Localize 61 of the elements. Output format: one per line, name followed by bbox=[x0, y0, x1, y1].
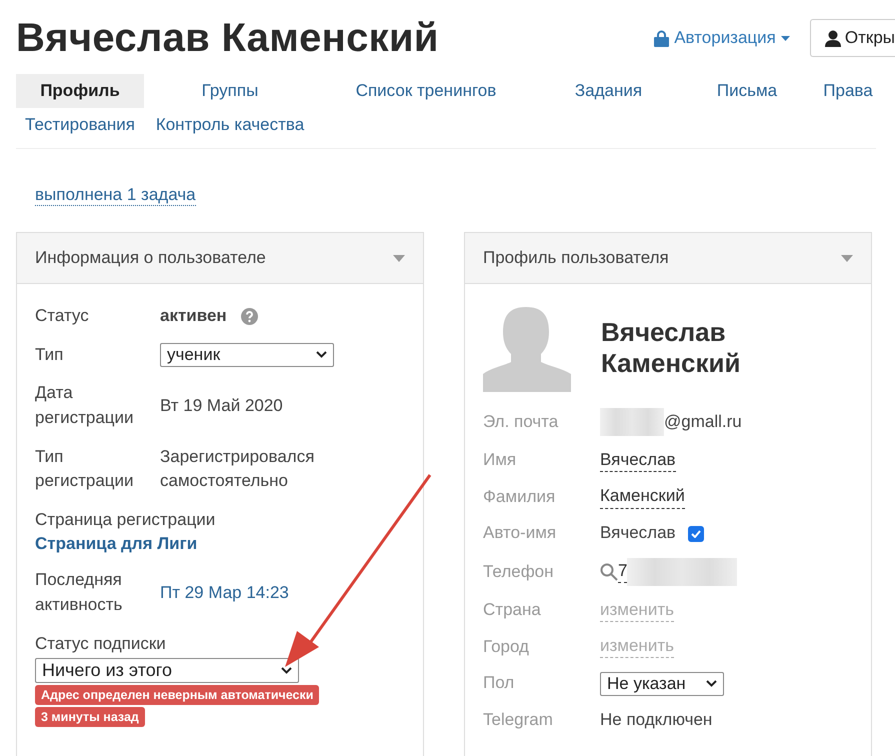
field-label: Тип регистрации bbox=[35, 446, 135, 492]
field-label: Последняя активность bbox=[35, 569, 124, 616]
field-label: Авто-имя bbox=[483, 522, 558, 544]
field-value: Зарегистрировался самостоятельно bbox=[160, 446, 316, 492]
open-button[interactable]: Откры bbox=[810, 19, 895, 57]
field-label: Тип bbox=[35, 344, 64, 366]
blurred-text bbox=[600, 408, 664, 436]
field-label: Статус подписки bbox=[35, 632, 166, 655]
tab[interactable]: Права bbox=[823, 74, 873, 108]
field-value: Вячеслав bbox=[600, 522, 676, 544]
field-label: Пол bbox=[483, 672, 516, 694]
chevron-down-icon bbox=[706, 680, 717, 688]
field-value: Не подключен bbox=[600, 708, 712, 731]
field-label: Страница регистрации bbox=[35, 508, 216, 531]
chevron-down-icon bbox=[281, 667, 292, 674]
chevron-down-icon bbox=[316, 351, 327, 358]
panel-header[interactable]: Профиль пользователя bbox=[465, 233, 871, 284]
panel-title: Профиль пользователя bbox=[483, 248, 669, 268]
lock-icon bbox=[654, 30, 670, 46]
subscription-select[interactable]: Ничего из этого bbox=[35, 658, 299, 684]
field-value: Пт 29 Мар 14:23 bbox=[160, 582, 289, 604]
type-select[interactable]: ученик bbox=[160, 342, 334, 367]
field-label: Дата регистрации bbox=[35, 382, 135, 429]
task-link[interactable]: выполнена 1 задача bbox=[35, 185, 196, 206]
registration-page-link[interactable]: Страница для Лиги bbox=[35, 534, 198, 554]
email-value: @gmall.ru bbox=[664, 410, 742, 433]
tab[interactable]: Задания bbox=[574, 74, 642, 108]
tab[interactable]: Группы bbox=[202, 74, 258, 108]
editable-value[interactable]: Каменский bbox=[600, 485, 685, 508]
tab[interactable]: Профиль bbox=[16, 74, 144, 108]
tab[interactable]: Контроль качества bbox=[156, 108, 304, 142]
tab[interactable]: Список тренингов bbox=[356, 74, 496, 108]
field-label: Имя bbox=[483, 449, 518, 471]
field-label: Город bbox=[483, 636, 530, 658]
field-value: Вт 19 Май 2020 bbox=[160, 394, 283, 417]
warning-badge: Адрес определен неверным автоматически bbox=[35, 685, 320, 706]
status-value: активен bbox=[160, 305, 227, 327]
tab[interactable]: Тестирования bbox=[25, 108, 135, 142]
gender-select[interactable]: Не указан bbox=[600, 672, 724, 696]
check-icon bbox=[690, 530, 701, 538]
field-label: Страна bbox=[483, 598, 542, 621]
panel-header[interactable]: Информация о пользователе bbox=[17, 233, 423, 284]
search-icon[interactable] bbox=[600, 562, 618, 581]
warning-badge: 3 минуты назад bbox=[35, 707, 145, 728]
field-label: Telegram bbox=[483, 708, 554, 731]
help-icon[interactable] bbox=[240, 308, 258, 325]
checkbox[interactable] bbox=[688, 526, 704, 542]
field-label: Эл. почта bbox=[483, 410, 560, 433]
caret-icon bbox=[841, 254, 853, 262]
caret-icon bbox=[393, 254, 405, 262]
auth-menu[interactable]: Авторизация bbox=[654, 28, 790, 48]
caret-icon bbox=[780, 36, 790, 40]
page-title: Вячеслав Каменский bbox=[16, 16, 440, 60]
field-label: Телефон bbox=[483, 560, 555, 583]
user-icon bbox=[824, 30, 841, 46]
tab[interactable]: Письма bbox=[716, 74, 778, 108]
field-label: Статус bbox=[35, 305, 90, 327]
panel-title: Информация о пользователе bbox=[35, 248, 266, 268]
profile-name: Вячеслав Каменский bbox=[601, 316, 742, 380]
field-label: Фамилия bbox=[483, 486, 556, 508]
editable-value[interactable]: Вячеслав bbox=[600, 448, 676, 472]
